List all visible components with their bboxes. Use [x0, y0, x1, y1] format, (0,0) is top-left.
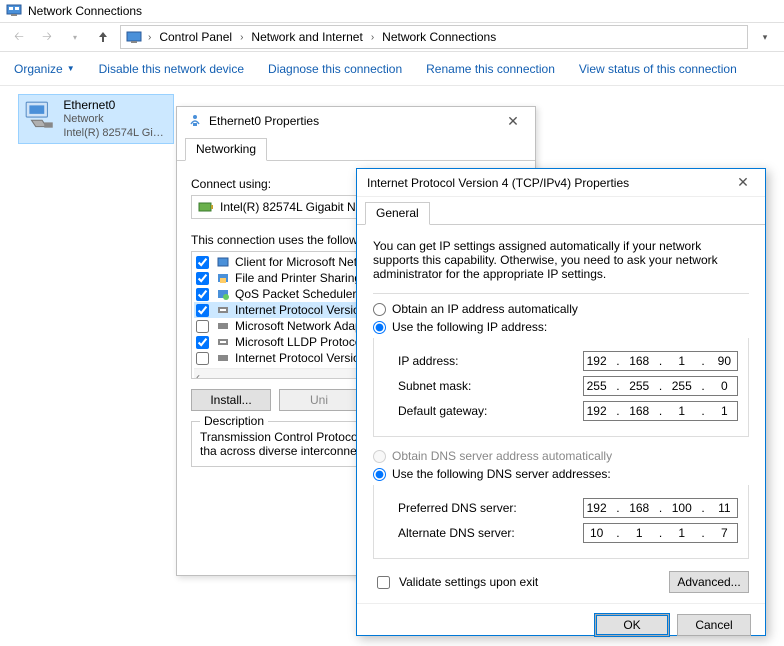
- rename-button[interactable]: Rename this connection: [426, 62, 555, 76]
- protocol-label: Internet Protocol Version: [235, 351, 366, 365]
- breadcrumb-part[interactable]: Control Panel: [156, 28, 235, 46]
- ok-button[interactable]: OK: [595, 614, 669, 636]
- chevron-right-icon[interactable]: ›: [237, 32, 246, 43]
- recent-dropdown[interactable]: ▾: [64, 26, 86, 48]
- adapter-device: Intel(R) 82574L Giga...: [63, 126, 169, 140]
- protocol-label: File and Printer Sharing fo: [235, 271, 374, 285]
- description-label: Description: [200, 414, 268, 428]
- advanced-button[interactable]: Advanced...: [669, 571, 749, 593]
- validate-checkbox[interactable]: Validate settings upon exit: [373, 573, 538, 592]
- adapter-item[interactable]: Ethernet0 Network Intel(R) 82574L Giga..…: [18, 94, 174, 144]
- adapter-status: Network: [63, 112, 169, 126]
- protocol-icon: [215, 318, 231, 334]
- dns-auto-radio: Obtain DNS server address automatically: [373, 449, 749, 463]
- default-gateway-label: Default gateway:: [384, 404, 487, 418]
- ip-auto-radio[interactable]: Obtain an IP address automatically: [373, 302, 749, 316]
- network-icon: [187, 112, 203, 131]
- protocol-label: Microsoft Network Adap: [235, 319, 362, 333]
- tab-networking[interactable]: Networking: [185, 138, 267, 161]
- back-button[interactable]: 🡠: [8, 26, 30, 48]
- chevron-right-icon[interactable]: ›: [145, 32, 154, 43]
- protocol-label: Client for Microsoft Netwo: [235, 255, 372, 269]
- caret-down-icon: ▼: [67, 64, 75, 73]
- disable-device-button[interactable]: Disable this network device: [99, 62, 244, 76]
- ethernet-adapter-icon: [23, 98, 57, 134]
- preferred-dns-input[interactable]: 192.168.100.11: [583, 498, 738, 518]
- protocol-label: Internet Protocol Version: [235, 303, 366, 317]
- protocol-icon: [215, 350, 231, 366]
- up-button[interactable]: [92, 26, 114, 48]
- protocol-icon: [215, 254, 231, 270]
- ip-address-label: IP address:: [384, 354, 458, 368]
- address-bar[interactable]: › Control Panel › Network and Internet ›…: [120, 25, 748, 49]
- dialog-title: Ethernet0 Properties: [209, 114, 319, 128]
- preferred-dns-label: Preferred DNS server:: [384, 501, 517, 515]
- tab-general[interactable]: General: [365, 202, 430, 225]
- ip-manual-radio[interactable]: Use the following IP address:: [373, 320, 749, 334]
- location-icon: [125, 28, 143, 46]
- protocol-label: QoS Packet Scheduler: [235, 287, 356, 301]
- breadcrumb-part[interactable]: Network Connections: [379, 28, 499, 46]
- protocol-icon: [215, 270, 231, 286]
- subnet-mask-input[interactable]: 255.255.255.0: [583, 376, 738, 396]
- protocol-checkbox[interactable]: [196, 304, 209, 317]
- install-button[interactable]: Install...: [191, 389, 271, 411]
- window-title: Network Connections: [28, 4, 142, 18]
- chevron-right-icon[interactable]: ›: [368, 32, 377, 43]
- protocol-label: Microsoft LLDP Protoco: [235, 335, 362, 349]
- connect-using-value: Intel(R) 82574L Gigabit Ne: [220, 200, 362, 214]
- protocol-checkbox[interactable]: [196, 320, 209, 333]
- adapter-name: Ethernet0: [63, 98, 169, 112]
- dns-manual-radio[interactable]: Use the following DNS server addresses:: [373, 467, 749, 481]
- breadcrumb-part[interactable]: Network and Internet: [248, 28, 365, 46]
- address-dropdown[interactable]: ▾: [754, 26, 776, 48]
- ipv4-properties-dialog: Internet Protocol Version 4 (TCP/IPv4) P…: [356, 168, 766, 636]
- protocol-icon: [215, 302, 231, 318]
- help-text: You can get IP settings assigned automat…: [373, 239, 749, 281]
- alternate-dns-input[interactable]: 10.1.1.7: [583, 523, 738, 543]
- ip-address-input[interactable]: 192.168.1.90: [583, 351, 738, 371]
- cancel-button[interactable]: Cancel: [677, 614, 751, 636]
- nic-icon: [198, 199, 214, 215]
- diagnose-button[interactable]: Diagnose this connection: [268, 62, 402, 76]
- uninstall-button: Uni: [279, 389, 359, 411]
- alternate-dns-label: Alternate DNS server:: [384, 526, 515, 540]
- close-button[interactable]: ✕: [731, 174, 755, 191]
- close-button[interactable]: ✕: [501, 113, 525, 130]
- protocol-checkbox[interactable]: [196, 288, 209, 301]
- protocol-checkbox[interactable]: [196, 336, 209, 349]
- protocol-icon: [215, 286, 231, 302]
- app-icon: [6, 2, 22, 21]
- forward-button[interactable]: 🡢: [36, 26, 58, 48]
- dialog-title: Internet Protocol Version 4 (TCP/IPv4) P…: [367, 176, 629, 190]
- protocol-checkbox[interactable]: [196, 272, 209, 285]
- protocol-checkbox[interactable]: [196, 352, 209, 365]
- view-status-button[interactable]: View status of this connection: [579, 62, 737, 76]
- protocol-icon: [215, 334, 231, 350]
- organize-menu[interactable]: Organize▼: [14, 62, 75, 76]
- default-gateway-input[interactable]: 192.168.1.1: [583, 401, 738, 421]
- protocol-checkbox[interactable]: [196, 256, 209, 269]
- subnet-mask-label: Subnet mask:: [384, 379, 471, 393]
